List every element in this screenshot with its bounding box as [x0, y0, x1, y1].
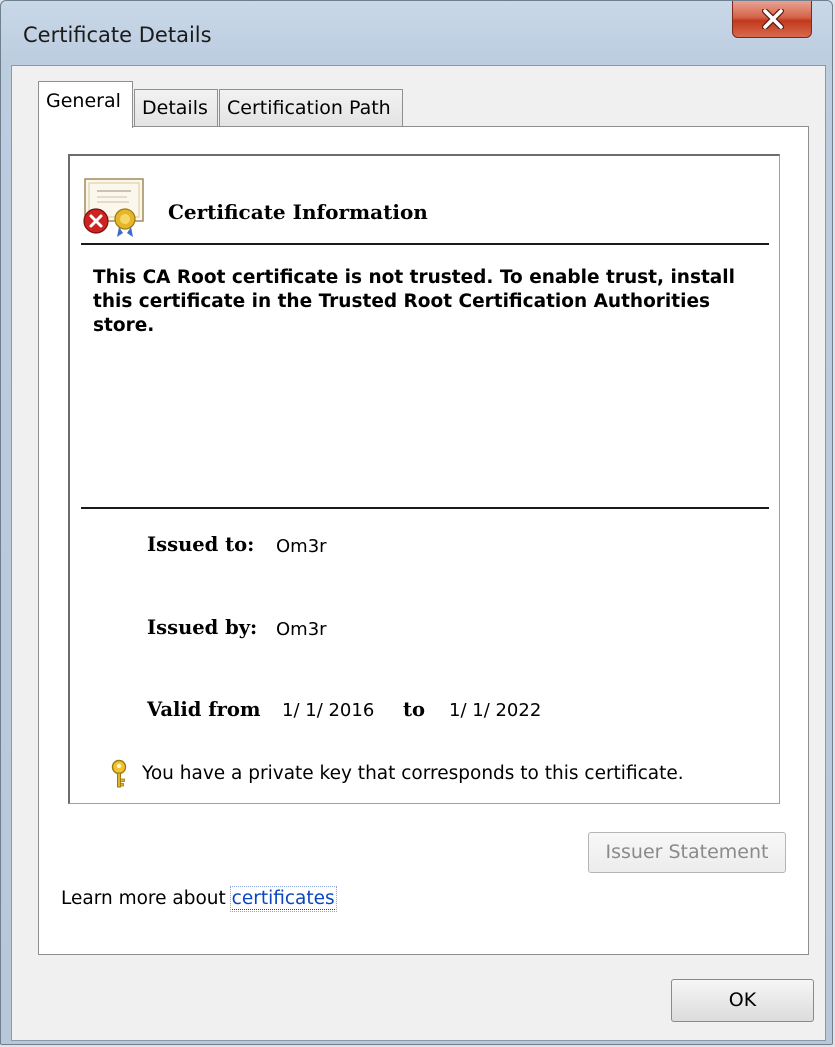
details-divider [81, 507, 769, 509]
valid-from-value: 1/ 1/ 2016 [282, 700, 375, 721]
ok-button[interactable]: OK [671, 979, 814, 1022]
tab-general[interactable]: General [38, 81, 133, 128]
issued-to-value: Om3r [276, 536, 327, 557]
window-title: Certificate Details [23, 23, 212, 47]
learn-more-text: Learn more about certificates [61, 886, 337, 912]
valid-to-label: to [403, 698, 426, 721]
private-key-icon [111, 759, 127, 788]
certificate-error-icon [83, 178, 144, 237]
header-divider [81, 243, 769, 245]
dialog-client-area: General Details Certification Path Certi… [11, 65, 826, 1041]
certificate-info-box: Certificate Information This CA Root cer… [68, 154, 780, 804]
tab-details[interactable]: Details [134, 89, 218, 127]
tab-certification-path[interactable]: Certification Path [219, 89, 403, 127]
issuer-statement-button[interactable]: Issuer Statement [588, 832, 786, 873]
tab-certification-path-label: Certification Path [227, 97, 391, 119]
tab-general-label: General [46, 90, 121, 112]
valid-to-value: 1/ 1/ 2022 [449, 700, 542, 721]
learn-more-prefix: Learn more about [61, 888, 232, 909]
certificate-info-title: Certificate Information [168, 200, 428, 224]
issued-to-label: Issued to: [147, 533, 255, 556]
close-icon [762, 9, 784, 29]
close-button[interactable] [732, 1, 812, 38]
valid-from-label: Valid from [147, 698, 261, 721]
private-key-text: You have a private key that corresponds … [142, 763, 684, 784]
issued-by-value: Om3r [276, 619, 327, 640]
issued-by-label: Issued by: [147, 616, 258, 639]
tab-details-label: Details [142, 97, 208, 119]
trust-warning-text: This CA Root certificate is not trusted.… [93, 267, 735, 336]
certificates-link[interactable]: certificates [229, 886, 337, 912]
general-tab-panel: Certificate Information This CA Root cer… [38, 126, 809, 955]
title-bar: Certificate Details [1, 1, 832, 65]
certificate-details-window: Certificate Details General Details Cert… [0, 0, 833, 1045]
